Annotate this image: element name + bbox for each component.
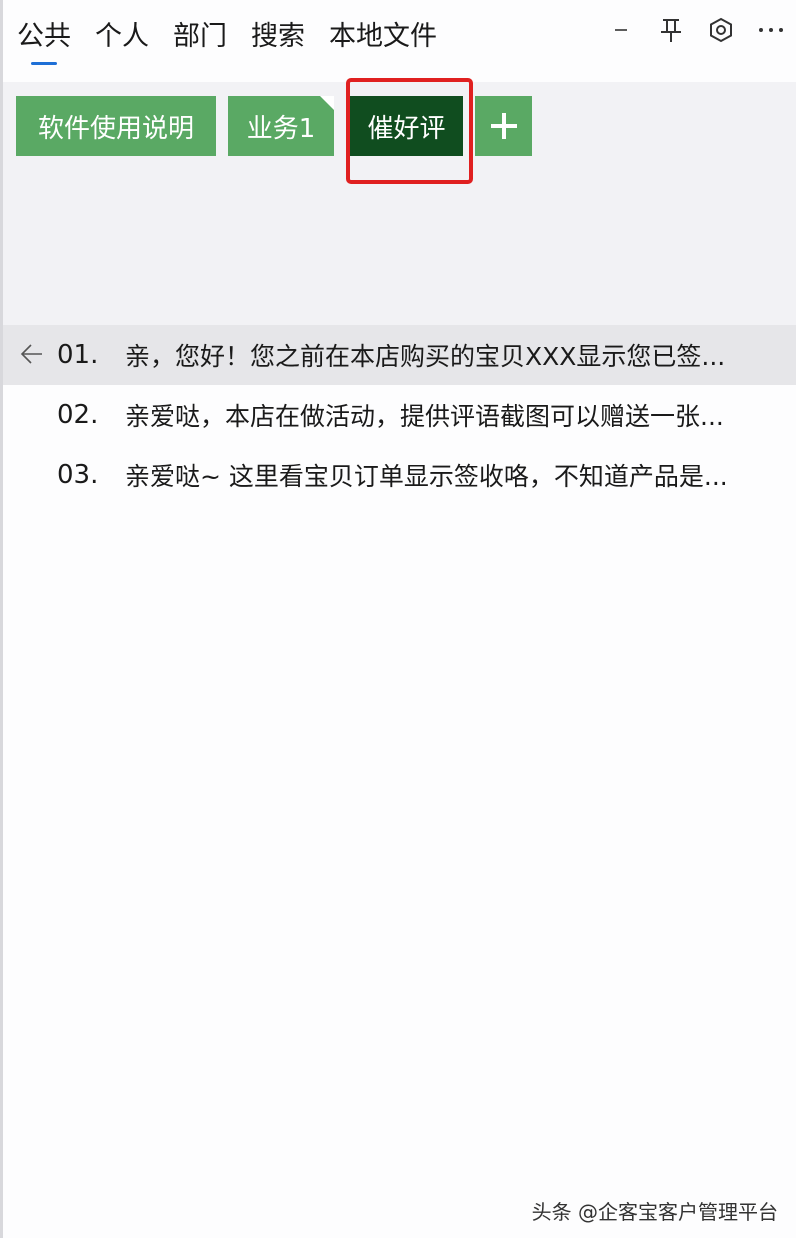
tab-search[interactable]: 搜索 xyxy=(251,18,305,56)
tab-local-files[interactable]: 本地文件 xyxy=(329,18,437,56)
nav-tabs: 公共 个人 部门 搜索 本地文件 xyxy=(17,18,461,65)
app-window: 公共 个人 部门 搜索 本地文件 软件使用说明 业务1 催好评 01. 亲，您好… xyxy=(0,0,796,1238)
more-icon xyxy=(759,28,783,32)
tab-department[interactable]: 部门 xyxy=(173,18,227,56)
settings-button[interactable] xyxy=(696,10,746,50)
category-button-label: 软件使用说明 xyxy=(37,113,194,144)
item-number: 03. xyxy=(57,460,99,490)
minimize-button[interactable] xyxy=(596,10,646,50)
category-button-manual[interactable]: 软件使用说明 xyxy=(16,96,216,156)
quick-reply-toolbar: 软件使用说明 业务1 催好评 xyxy=(3,82,796,325)
add-category-button[interactable] xyxy=(475,96,532,156)
minimize-icon xyxy=(615,29,627,31)
tab-personal[interactable]: 个人 xyxy=(95,18,149,56)
tab-public[interactable]: 公共 xyxy=(17,18,71,65)
corner-fold-icon xyxy=(320,96,334,110)
settings-icon xyxy=(710,17,732,43)
list-item[interactable]: 03. 亲爱哒~ 这里看宝贝订单显示签收咯，不知道产品是... xyxy=(3,445,796,505)
item-text: 亲爱哒~ 这里看宝贝订单显示签收咯，不知道产品是... xyxy=(125,462,728,491)
item-text: 亲爱哒，本店在做活动，提供评语截图可以赠送一张... xyxy=(125,402,724,431)
list-item[interactable]: 01. 亲，您好！您之前在本店购买的宝贝XXX显示您已签... xyxy=(3,325,796,385)
category-button-label: 业务1 xyxy=(246,113,316,144)
category-button-business1[interactable]: 业务1 xyxy=(228,96,334,156)
category-button-label: 催好评 xyxy=(367,113,446,144)
item-text: 亲，您好！您之前在本店购买的宝贝XXX显示您已签... xyxy=(125,342,726,371)
window-controls xyxy=(596,10,796,50)
pin-button[interactable] xyxy=(646,10,696,50)
list-item[interactable]: 02. 亲爱哒，本店在做活动，提供评语截图可以赠送一张... xyxy=(3,385,796,445)
plus-icon xyxy=(490,113,517,139)
more-button[interactable] xyxy=(746,10,796,50)
pin-icon xyxy=(661,19,681,42)
back-arrow-icon[interactable] xyxy=(20,343,44,365)
watermark: 头条 @企客宝客户管理平台 xyxy=(531,1200,778,1224)
quick-reply-list: 01. 亲，您好！您之前在本店购买的宝贝XXX显示您已签... 02. 亲爱哒，… xyxy=(3,325,796,505)
item-number: 02. xyxy=(57,400,99,430)
category-button-review-reminder[interactable]: 催好评 xyxy=(347,96,463,156)
item-number: 01. xyxy=(57,340,99,370)
top-navigation: 公共 个人 部门 搜索 本地文件 xyxy=(3,0,796,82)
